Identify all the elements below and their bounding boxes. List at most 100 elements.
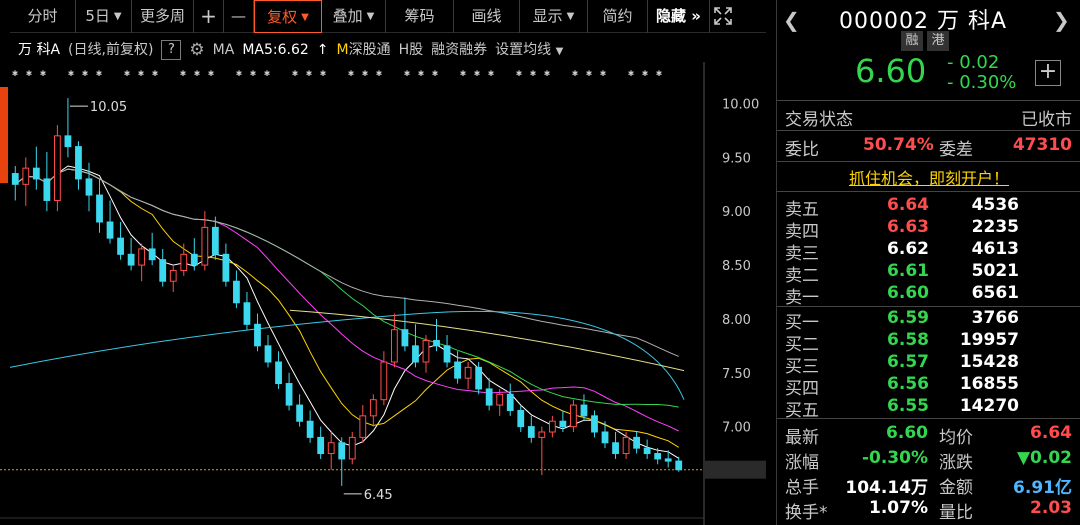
candle-body[interactable] bbox=[243, 302, 251, 325]
candle-body[interactable] bbox=[190, 253, 198, 266]
event-marker[interactable]: ✱ bbox=[488, 68, 494, 79]
candle-body[interactable] bbox=[85, 178, 93, 196]
candle-body[interactable] bbox=[475, 366, 483, 390]
hide-panel-button[interactable]: 隐藏 » bbox=[648, 0, 710, 33]
event-marker[interactable]: ✱ bbox=[404, 68, 410, 79]
help-icon[interactable]: ? bbox=[161, 40, 182, 60]
candle-body[interactable] bbox=[422, 339, 430, 363]
display-button[interactable]: 显示 ▼ bbox=[520, 0, 588, 33]
candle-body[interactable] bbox=[664, 458, 672, 462]
candle-body[interactable] bbox=[43, 178, 51, 201]
event-marker[interactable]: ✱ bbox=[656, 68, 662, 79]
h-share-link[interactable]: H股 bbox=[399, 38, 424, 62]
event-marker[interactable]: ✱ bbox=[320, 68, 326, 79]
next-stock-arrow-icon[interactable]: ❯ bbox=[1053, 8, 1070, 32]
candle-body[interactable] bbox=[675, 460, 683, 471]
candle-body[interactable] bbox=[380, 361, 388, 401]
candle-body[interactable] bbox=[96, 194, 103, 223]
candle-body[interactable] bbox=[254, 323, 261, 347]
event-marker[interactable]: ✱ bbox=[138, 68, 144, 79]
candle-body[interactable] bbox=[222, 253, 230, 282]
draw-line-button[interactable]: 画线 bbox=[454, 0, 520, 33]
ma-setting-button[interactable]: 设置均线 ▼ bbox=[495, 38, 563, 62]
candle-body[interactable] bbox=[401, 329, 409, 347]
candle-body[interactable] bbox=[464, 366, 472, 379]
event-marker[interactable]: ✱ bbox=[600, 68, 606, 79]
event-marker[interactable]: ✱ bbox=[208, 68, 214, 79]
event-marker[interactable]: ✱ bbox=[572, 68, 578, 79]
candle-body[interactable] bbox=[654, 453, 662, 460]
candle-body[interactable] bbox=[517, 409, 525, 428]
fullscreen-icon[interactable] bbox=[710, 0, 736, 33]
candle-body[interactable] bbox=[538, 431, 546, 438]
event-marker[interactable]: ✱ bbox=[124, 68, 130, 79]
candle-body[interactable] bbox=[433, 339, 440, 347]
candle-body[interactable] bbox=[169, 269, 177, 282]
event-marker[interactable]: ✱ bbox=[250, 68, 256, 79]
event-marker[interactable]: ✱ bbox=[264, 68, 270, 79]
event-marker[interactable]: ✱ bbox=[68, 68, 74, 79]
sell-row[interactable]: 卖一 6.60 6561 bbox=[777, 283, 1080, 308]
candle-body[interactable] bbox=[64, 135, 72, 148]
kline-chart[interactable]: ✱ ✱ ✱ ✱ ✱ ✱ ✱ ✱ ✱ ✱ ✱ ✱ ✱ ✱ ✱ ✱ ✱ ✱ ✱ ✱ ✱ ✱ ✱ ✱ ✱ ✱ ✱ ✱ ✱ ✱ ✱ ✱ ✱ ✱ ✱ ✱ 10.0… bbox=[0, 62, 766, 525]
candle-body[interactable] bbox=[138, 248, 146, 266]
candle-body[interactable] bbox=[622, 436, 630, 455]
candle-body[interactable] bbox=[75, 146, 82, 180]
candle-body[interactable] bbox=[601, 431, 609, 444]
event-marker[interactable]: ✱ bbox=[432, 68, 438, 79]
candle-body[interactable] bbox=[496, 393, 504, 406]
candle-body[interactable] bbox=[11, 173, 19, 185]
candle-body[interactable] bbox=[612, 442, 619, 455]
sell-row[interactable]: 卖四 6.63 2235 bbox=[777, 217, 1080, 242]
candle-body[interactable] bbox=[180, 253, 188, 271]
event-marker[interactable]: ✱ bbox=[418, 68, 424, 79]
candle-body[interactable] bbox=[348, 436, 356, 460]
candle-body[interactable] bbox=[106, 221, 114, 239]
candle-body[interactable] bbox=[527, 426, 535, 438]
candle-body[interactable] bbox=[485, 388, 493, 406]
add-watchlist-button[interactable]: + bbox=[1035, 60, 1061, 86]
event-marker[interactable]: ✱ bbox=[376, 68, 382, 79]
buy-row[interactable]: 买一 6.59 3766 bbox=[777, 308, 1080, 333]
candle-body[interactable] bbox=[211, 226, 219, 255]
candle-body[interactable] bbox=[32, 167, 40, 180]
margin-link[interactable]: 融资融券 bbox=[431, 38, 487, 62]
candle-body[interactable] bbox=[338, 442, 346, 460]
buy-row[interactable]: 买二 6.58 19957 bbox=[777, 330, 1080, 355]
tab-more-period[interactable]: 更多周 bbox=[132, 0, 194, 33]
event-marker[interactable]: ✱ bbox=[460, 68, 466, 79]
candle-body[interactable] bbox=[591, 415, 598, 433]
event-marker[interactable]: ✱ bbox=[530, 68, 536, 79]
event-marker[interactable]: ✱ bbox=[362, 68, 368, 79]
candle-body[interactable] bbox=[201, 226, 209, 266]
event-marker[interactable]: ✱ bbox=[194, 68, 200, 79]
candle-body[interactable] bbox=[580, 404, 588, 417]
candle-body[interactable] bbox=[412, 345, 419, 363]
tab-5day[interactable]: 5日 ▼ bbox=[76, 0, 132, 33]
candle-body[interactable] bbox=[317, 436, 325, 455]
gear-icon[interactable]: ⚙ bbox=[189, 38, 204, 62]
candle-body[interactable] bbox=[570, 404, 577, 428]
chips-button[interactable]: 筹码 bbox=[386, 0, 454, 33]
candle-body[interactable] bbox=[127, 253, 135, 266]
event-marker[interactable]: ✱ bbox=[586, 68, 592, 79]
adjust-button[interactable]: 复权 ▼ bbox=[254, 0, 322, 33]
candle-body[interactable] bbox=[548, 420, 556, 433]
candle-body[interactable] bbox=[264, 345, 272, 363]
candle-body[interactable] bbox=[390, 329, 398, 363]
event-marker[interactable]: ✱ bbox=[82, 68, 88, 79]
ml-link[interactable]: M深股通 bbox=[337, 38, 391, 62]
event-marker[interactable]: ✱ bbox=[292, 68, 298, 79]
candle-body[interactable] bbox=[233, 280, 240, 304]
event-marker[interactable]: ✱ bbox=[348, 68, 354, 79]
candle-body[interactable] bbox=[359, 415, 367, 438]
event-marker[interactable]: ✱ bbox=[236, 68, 242, 79]
open-account-link[interactable]: 抓住机会，即刻开户！ bbox=[777, 165, 1080, 189]
candle-body[interactable] bbox=[643, 447, 651, 455]
event-marker[interactable]: ✱ bbox=[306, 68, 312, 79]
candle-body[interactable] bbox=[454, 361, 461, 379]
overlay-button[interactable]: 叠加 ▼ bbox=[322, 0, 386, 33]
tab-intraday[interactable]: 分时 bbox=[10, 0, 76, 33]
candle-body[interactable] bbox=[559, 420, 567, 428]
candle-body[interactable] bbox=[506, 393, 514, 411]
